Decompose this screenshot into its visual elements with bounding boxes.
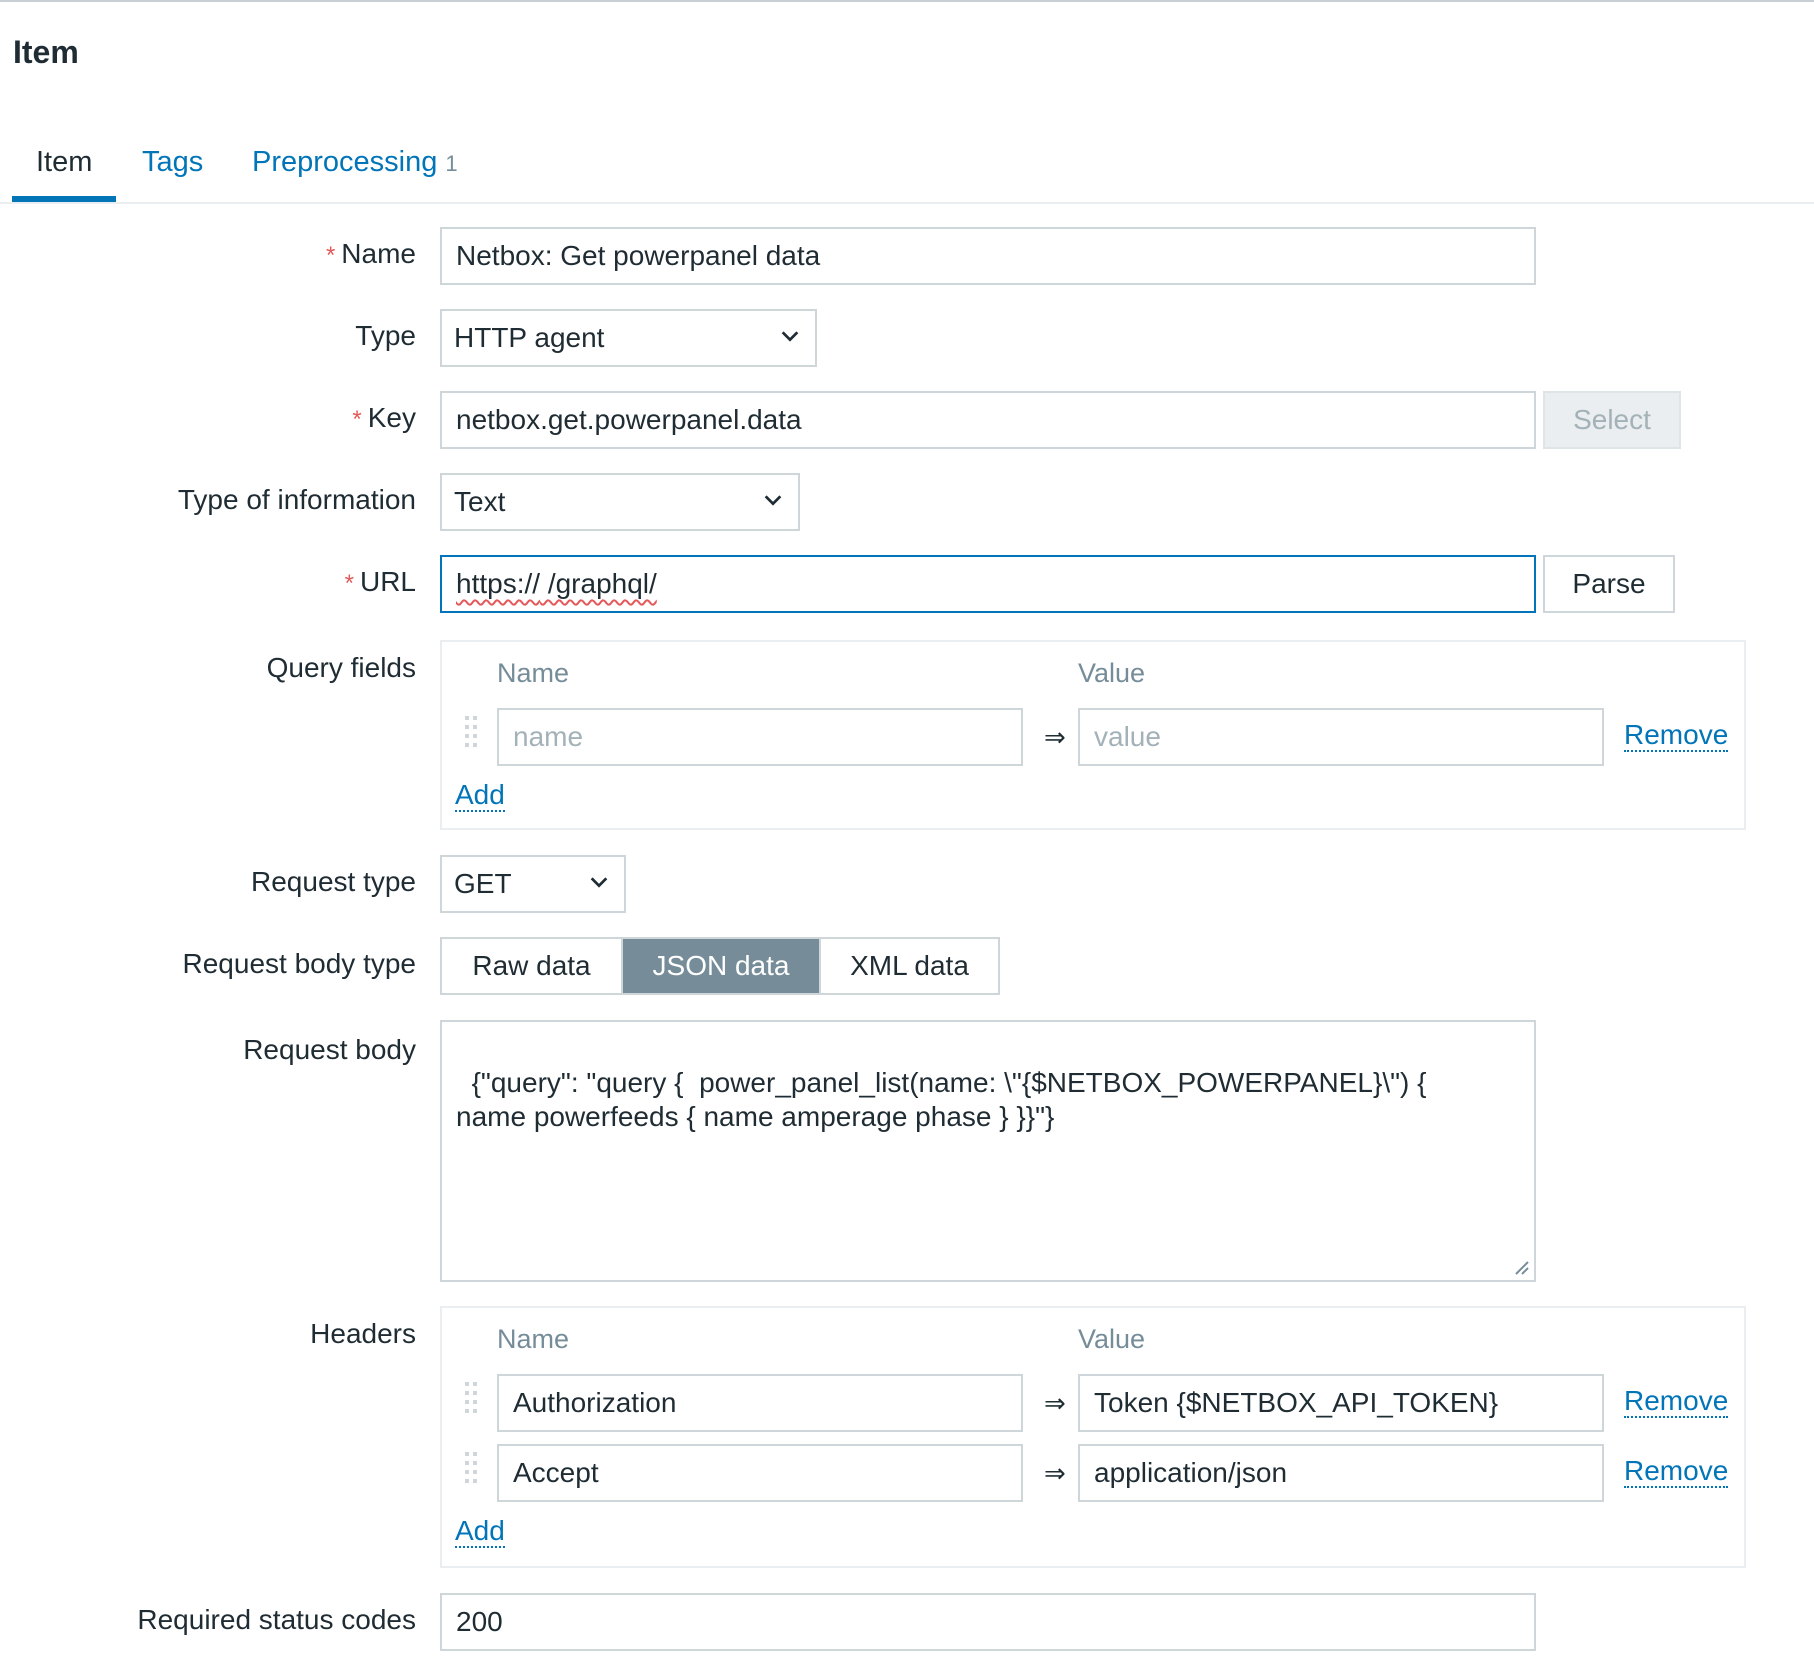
active-tab-indicator xyxy=(12,196,116,202)
headers-value-header: Value xyxy=(1078,1324,1146,1354)
header-name-input[interactable] xyxy=(497,1374,1023,1432)
required-mark: * xyxy=(344,570,354,597)
query-fields-name-header: Name xyxy=(497,658,570,688)
query-fields-label: Query fields xyxy=(266,652,416,683)
parse-button[interactable]: Parse xyxy=(1543,555,1675,613)
header-arrow: ⇒ xyxy=(1044,1458,1066,1488)
request-body-textarea[interactable]: {"query": "query { power_panel_list(name… xyxy=(440,1020,1536,1282)
type-select-value: HTTP agent xyxy=(454,322,605,353)
name-label-text: Name xyxy=(341,238,416,269)
request-body-type-label: Request body type xyxy=(182,948,417,979)
type-of-information-select[interactable]: Text xyxy=(440,473,800,531)
type-of-information-label: Type of information xyxy=(177,484,416,515)
tab-preprocessing-label: Preprocessing xyxy=(252,146,438,178)
key-label: * Key xyxy=(352,402,416,434)
tab-tags[interactable]: Tags xyxy=(142,146,203,179)
name-input[interactable] xyxy=(440,227,1536,285)
page-title: Item xyxy=(13,34,79,70)
chevron-down-icon xyxy=(764,495,782,506)
header-value-input[interactable] xyxy=(1078,1374,1604,1432)
request-type-select[interactable]: GET xyxy=(440,855,626,913)
query-field-arrow: ⇒ xyxy=(1044,722,1066,752)
drag-handle-icon[interactable] xyxy=(464,1380,478,1420)
required-status-codes-label: Required status codes xyxy=(137,1604,416,1635)
headers-name-header: Name xyxy=(497,1324,570,1354)
type-select[interactable]: HTTP agent xyxy=(440,309,817,367)
required-mark: * xyxy=(352,406,362,433)
query-field-value-input[interactable] xyxy=(1078,708,1604,766)
url-label: * URL xyxy=(345,566,416,598)
request-body-text: {"query": "query { power_panel_list(name… xyxy=(456,1067,1427,1132)
type-label: Type xyxy=(355,320,416,351)
url-path-value: /graphql/ xyxy=(540,568,657,599)
request-body-label: Request body xyxy=(243,1034,416,1065)
query-fields-panel: Name Value ⇒ Remove Add xyxy=(440,640,1746,830)
url-scheme-text: https:// xyxy=(456,568,541,599)
url-path-text: /graphql/ xyxy=(540,568,657,599)
key-label-text: Key xyxy=(367,402,416,433)
required-status-codes-input[interactable] xyxy=(440,1593,1536,1651)
header-remove-link[interactable]: Remove xyxy=(1624,1386,1729,1418)
request-type-label: Request type xyxy=(251,866,416,897)
query-field-add-link[interactable]: Add xyxy=(455,780,505,812)
request-body-type-xml[interactable]: XML data xyxy=(819,939,998,993)
url-input[interactable]: https:// /graphql/ xyxy=(440,555,1536,613)
headers-label: Headers xyxy=(310,1318,416,1349)
request-type-value: GET xyxy=(454,868,512,899)
drag-handle-icon[interactable] xyxy=(464,714,478,754)
request-body-type-segmented: Raw data JSON data XML data xyxy=(440,937,1000,995)
tab-preprocessing-count: 1 xyxy=(445,151,458,176)
chevron-down-icon xyxy=(590,877,608,888)
key-input[interactable] xyxy=(440,391,1536,449)
query-field-remove-link[interactable]: Remove xyxy=(1624,720,1729,752)
top-border xyxy=(0,0,1814,2)
query-field-name-input[interactable] xyxy=(497,708,1023,766)
type-of-information-value: Text xyxy=(454,486,506,517)
key-select-button[interactable]: Select xyxy=(1543,391,1681,449)
tab-preprocessing[interactable]: Preprocessing 1 xyxy=(252,146,458,179)
resize-handle-icon[interactable] xyxy=(1510,1256,1530,1276)
tab-bar: Item Tags Preprocessing 1 xyxy=(0,130,1814,204)
required-mark: * xyxy=(325,242,336,269)
request-body-type-json[interactable]: JSON data xyxy=(623,939,819,993)
chevron-down-icon xyxy=(781,331,799,342)
header-remove-link[interactable]: Remove xyxy=(1624,1456,1729,1488)
request-body-type-raw[interactable]: Raw data xyxy=(442,939,623,993)
header-add-link[interactable]: Add xyxy=(455,1516,505,1548)
name-label: * Name xyxy=(326,238,416,270)
header-name-input[interactable] xyxy=(497,1444,1023,1502)
tab-item[interactable]: Item xyxy=(36,146,92,179)
header-value-input[interactable] xyxy=(1078,1444,1604,1502)
header-arrow: ⇒ xyxy=(1044,1388,1066,1418)
drag-handle-icon[interactable] xyxy=(464,1450,478,1490)
query-fields-value-header: Value xyxy=(1078,658,1146,688)
headers-panel: Name Value ⇒ Remove ⇒ Remove Add xyxy=(440,1306,1746,1568)
url-label-text: URL xyxy=(359,566,416,597)
